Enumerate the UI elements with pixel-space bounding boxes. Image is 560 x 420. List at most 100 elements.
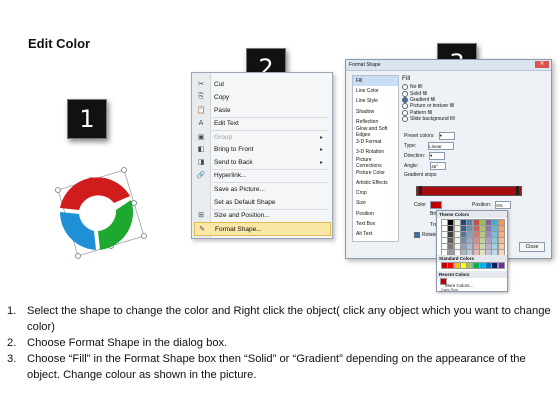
nav-item-glow-and-soft-edges[interactable]: Glow and Soft Edges bbox=[353, 126, 398, 138]
instructions-list: 1. Select the shape to change the color a… bbox=[7, 303, 552, 383]
fill-option-slide-background-fill[interactable]: Slide background fill bbox=[402, 116, 547, 123]
chevron-right-icon: ▸ bbox=[319, 159, 323, 166]
option-label: Slide background fill bbox=[410, 116, 455, 123]
radio-icon[interactable] bbox=[402, 116, 408, 123]
standard-color-swatch[interactable] bbox=[497, 262, 505, 269]
gradient-stops-bar[interactable] bbox=[416, 186, 522, 196]
checkbox-icon[interactable] bbox=[414, 232, 420, 238]
menu-item-save-as-picture[interactable]: Save as Picture... bbox=[194, 183, 329, 195]
instruction-item: 3. Choose “Fill” in the Format Shape box … bbox=[7, 351, 552, 383]
dialog-title: Format Shape bbox=[349, 62, 381, 68]
preset-colors-dropdown[interactable]: ▾ bbox=[438, 132, 455, 140]
option-label: Picture or texture fill bbox=[410, 103, 455, 110]
instruction-item: 2. Choose Format Shape in the dialog box. bbox=[7, 335, 552, 351]
angle-input[interactable]: 45° bbox=[430, 162, 447, 170]
send-back-icon: ◨ bbox=[197, 159, 205, 166]
context-menu: ✂ Cut ⎘ Copy 📋 Paste A Edit Text ▣ Group ▸ ◧ Bring t… bbox=[191, 72, 333, 239]
instruction-number: 1. bbox=[7, 305, 17, 317]
menu-item-copy[interactable]: ⎘ Copy bbox=[194, 91, 329, 103]
instruction-text: Choose Format Shape in the dialog box. bbox=[27, 337, 228, 349]
recent-colors-label: Recent Colors bbox=[437, 271, 507, 278]
menu-item-set-as-default-shape[interactable]: Set as Default Shape bbox=[194, 196, 329, 208]
nav-item-shadow[interactable]: Shadow bbox=[353, 107, 398, 117]
menu-item-paste[interactable]: 📋 Paste bbox=[194, 104, 329, 116]
option-label: No fill bbox=[410, 84, 423, 91]
copy-icon: ⎘ bbox=[198, 93, 204, 100]
radio-icon[interactable] bbox=[402, 109, 408, 116]
menu-item-label: Paste bbox=[214, 106, 231, 114]
direction-label: Direction: bbox=[404, 153, 426, 159]
menu-item-format-shape[interactable]: ✎ Format Shape... bbox=[194, 222, 331, 236]
menu-item-label: Save as Picture... bbox=[214, 185, 265, 193]
color-palette-popup: Theme Colors Standard Colors Recent Colo… bbox=[436, 210, 508, 292]
color-field[interactable]: Color bbox=[414, 201, 442, 209]
dialog-titlebar: Format Shape ✕ bbox=[346, 60, 551, 71]
menu-item-edit-text[interactable]: A Edit Text bbox=[194, 117, 329, 129]
radio-icon[interactable] bbox=[402, 90, 408, 97]
nav-item-position[interactable]: Position bbox=[353, 208, 398, 218]
menu-item-label: Copy bbox=[214, 93, 230, 101]
menu-item-cut[interactable]: ✂ Cut bbox=[194, 78, 329, 90]
close-icon[interactable]: ✕ bbox=[535, 61, 549, 68]
direction-field[interactable]: Direction: ▾ bbox=[404, 152, 446, 160]
nav-item-line-style[interactable]: Line Style bbox=[353, 96, 398, 106]
menu-item-label: Send to Back bbox=[214, 158, 253, 166]
radio-icon[interactable] bbox=[402, 96, 408, 103]
nav-item-3-d-format[interactable]: 3-D Format bbox=[353, 137, 398, 147]
menu-item-label: Group bbox=[214, 133, 233, 141]
menu-item-send-to-back[interactable]: ◨ Send to Back ▸ bbox=[194, 156, 329, 168]
ring-segment-red[interactable] bbox=[60, 177, 130, 210]
position-label: Position: bbox=[472, 202, 492, 208]
close-button[interactable]: Close bbox=[519, 242, 545, 252]
group-icon: ▣ bbox=[197, 134, 205, 141]
menu-item-size-and-position[interactable]: ⊞ Size and Position... bbox=[194, 209, 329, 221]
direction-dropdown[interactable]: ▾ bbox=[429, 152, 446, 160]
color-label: Color bbox=[414, 202, 426, 208]
size-position-icon: ⊞ bbox=[198, 212, 204, 219]
type-field[interactable]: Type: Linear bbox=[404, 142, 455, 150]
nav-item-picture-corrections[interactable]: Picture Corrections bbox=[353, 157, 398, 169]
type-label: Type: bbox=[404, 143, 417, 149]
preset-colors-field[interactable]: Preset colors: ▾ bbox=[404, 132, 455, 140]
menu-item-group[interactable]: ▣ Group ▸ bbox=[194, 131, 329, 143]
edit-text-icon: A bbox=[198, 119, 204, 127]
ring-segment-green[interactable] bbox=[98, 200, 134, 250]
menu-item-label: Format Shape... bbox=[215, 225, 262, 233]
bring-front-icon: ◧ bbox=[197, 146, 205, 153]
gradient-stop-handle[interactable] bbox=[419, 186, 422, 195]
radio-icon[interactable] bbox=[402, 103, 408, 110]
dialog-nav-list: Fill Line Color Line Style Shadow Reflection… bbox=[352, 75, 399, 242]
ring-segment-blue[interactable] bbox=[59, 212, 96, 250]
menu-item-hyperlink[interactable]: 🔗 Hyperlink... bbox=[194, 169, 329, 181]
menu-item-label: Set as Default Shape bbox=[214, 198, 276, 206]
gradient-stop-handle[interactable] bbox=[516, 186, 519, 195]
nav-item-size[interactable]: Size bbox=[353, 198, 398, 208]
nav-item-fill[interactable]: Fill bbox=[353, 76, 398, 87]
nav-item-alt-text[interactable]: Alt Text bbox=[353, 229, 398, 239]
instruction-item: 1. Select the shape to change the color a… bbox=[7, 303, 552, 335]
color-picker-button[interactable] bbox=[429, 201, 442, 209]
paste-icon: 📋 bbox=[196, 107, 206, 114]
step-badge-1: 1 bbox=[67, 99, 107, 139]
nav-item-text-box[interactable]: Text Box bbox=[353, 219, 398, 229]
nav-item-line-color[interactable]: Line Color bbox=[353, 86, 398, 96]
position-field[interactable]: Position: 0% bbox=[472, 201, 512, 209]
position-input[interactable]: 0% bbox=[495, 201, 512, 209]
angle-field[interactable]: Angle: 45° bbox=[404, 162, 447, 170]
menu-item-bring-to-front[interactable]: ◧ Bring to Front ▸ bbox=[194, 143, 329, 155]
page-title: Edit Color bbox=[28, 36, 91, 51]
nav-item-picture-color[interactable]: Picture Color bbox=[353, 168, 398, 178]
type-dropdown[interactable]: Linear bbox=[428, 142, 455, 150]
angle-label: Angle: bbox=[404, 163, 419, 169]
hyperlink-icon: 🔗 bbox=[196, 172, 206, 179]
menu-item-label: Size and Position... bbox=[214, 211, 270, 219]
circular-arrow-shape[interactable] bbox=[38, 150, 158, 270]
chevron-right-icon: ▸ bbox=[319, 134, 323, 141]
nav-item-crop[interactable]: Crop bbox=[353, 188, 398, 198]
radio-icon[interactable] bbox=[402, 84, 408, 91]
nav-item-artistic-effects[interactable]: Artistic Effects bbox=[353, 178, 398, 188]
instruction-number: 2. bbox=[7, 337, 17, 349]
gradient-stops-label: Gradient stops bbox=[404, 172, 437, 178]
standard-colors-label: Standard Colors bbox=[437, 255, 507, 262]
format-shape-icon: ✎ bbox=[199, 226, 205, 233]
